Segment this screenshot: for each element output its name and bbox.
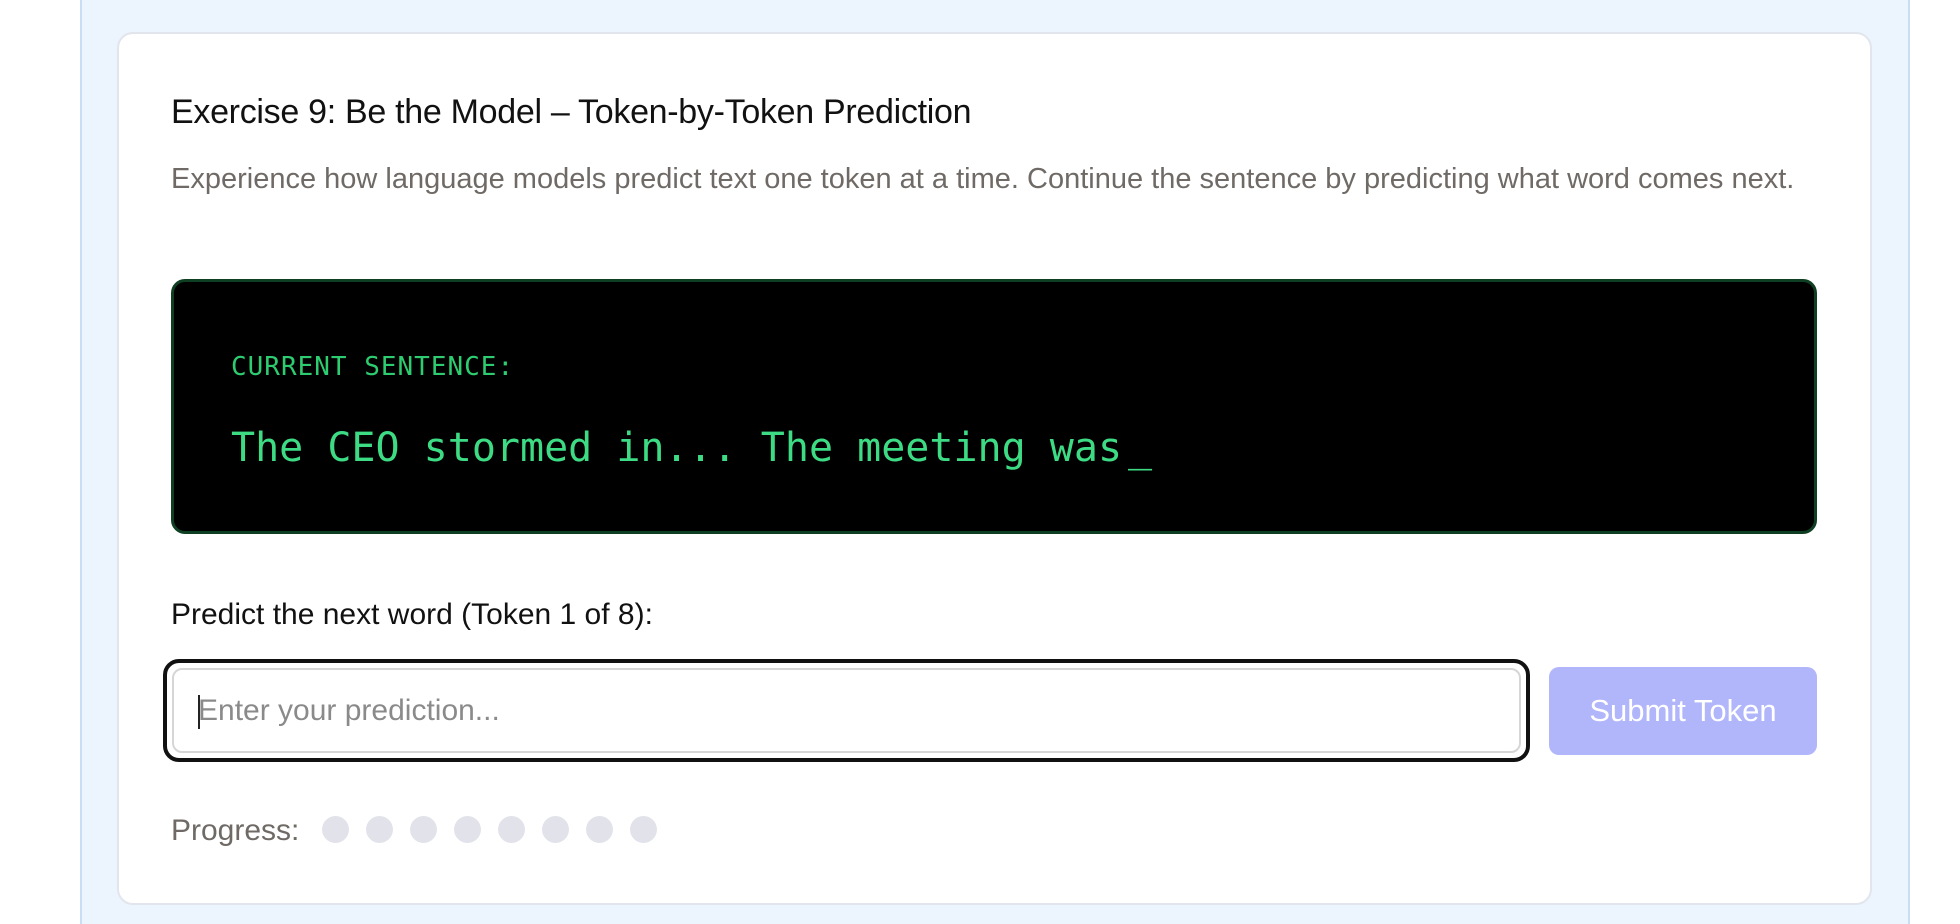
progress-dot bbox=[322, 816, 349, 843]
sentence-text: The CEO stormed in... The meeting was bbox=[231, 425, 1123, 471]
progress-dot bbox=[630, 816, 657, 843]
progress-dot bbox=[366, 816, 393, 843]
progress-dot bbox=[410, 816, 437, 843]
text-caret bbox=[198, 695, 200, 729]
prediction-input[interactable] bbox=[172, 668, 1521, 753]
terminal-cursor: _ bbox=[1128, 425, 1153, 471]
progress-label: Progress: bbox=[171, 814, 300, 847]
progress-dot bbox=[586, 816, 613, 843]
terminal-label: CURRENT SENTENCE: bbox=[231, 352, 515, 382]
exercise-description: Experience how language models predict t… bbox=[171, 163, 1795, 195]
progress-dot bbox=[498, 816, 525, 843]
sentence-terminal: CURRENT SENTENCE: The CEO stormed in... … bbox=[171, 279, 1817, 534]
progress-dot bbox=[542, 816, 569, 843]
prediction-input-focus-ring bbox=[163, 659, 1530, 762]
prediction-label: Predict the next word (Token 1 of 8): bbox=[171, 598, 653, 631]
progress-dots bbox=[322, 816, 657, 843]
exercise-title: Exercise 9: Be the Model – Token-by-Toke… bbox=[171, 93, 972, 131]
progress-dot bbox=[454, 816, 481, 843]
current-sentence: The CEO stormed in... The meeting was _ bbox=[231, 425, 1152, 471]
submit-token-button[interactable]: Submit Token bbox=[1549, 667, 1817, 755]
